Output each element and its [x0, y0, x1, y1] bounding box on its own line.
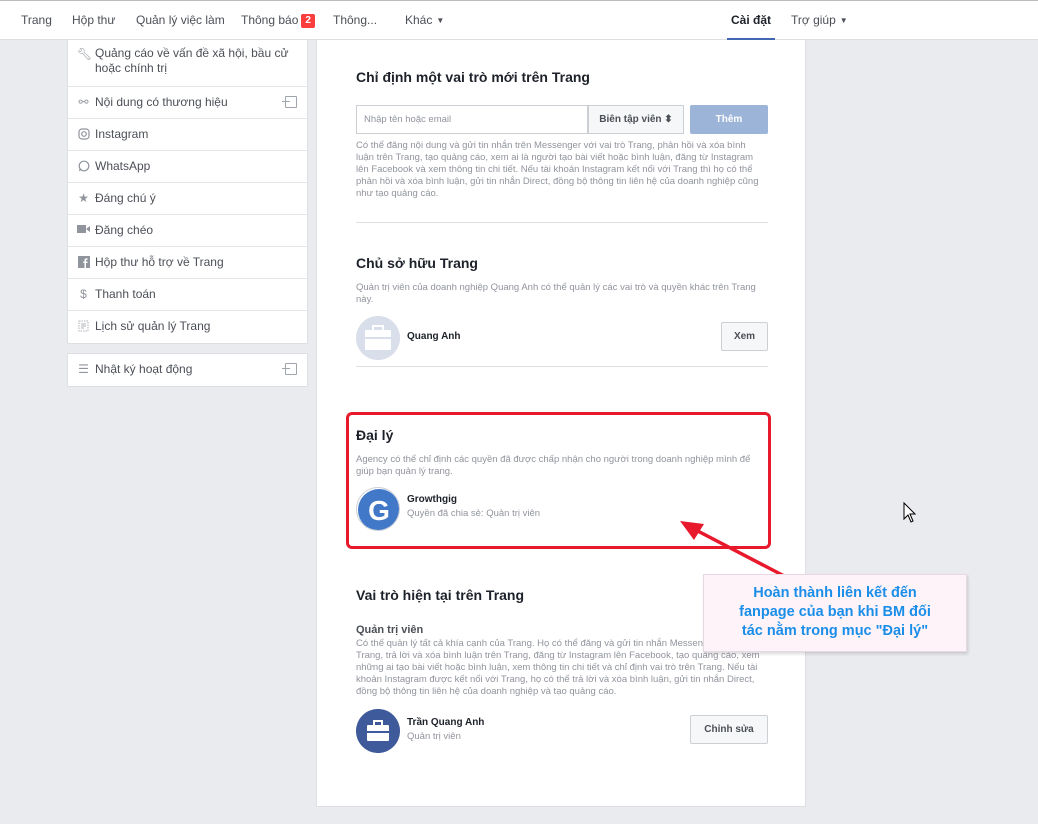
- mouse-cursor-icon: [903, 501, 917, 523]
- annotation-arrow: [680, 501, 917, 580]
- callout-line: Hoàn thành liên kết đến: [753, 585, 917, 601]
- callout-line: tác nằm trong mục "Đại lý": [741, 623, 929, 639]
- callout-line: fanpage của bạn khi BM đối: [739, 604, 931, 620]
- annotation-callout: Hoàn thành liên kết đến fanpage của bạn …: [703, 574, 967, 652]
